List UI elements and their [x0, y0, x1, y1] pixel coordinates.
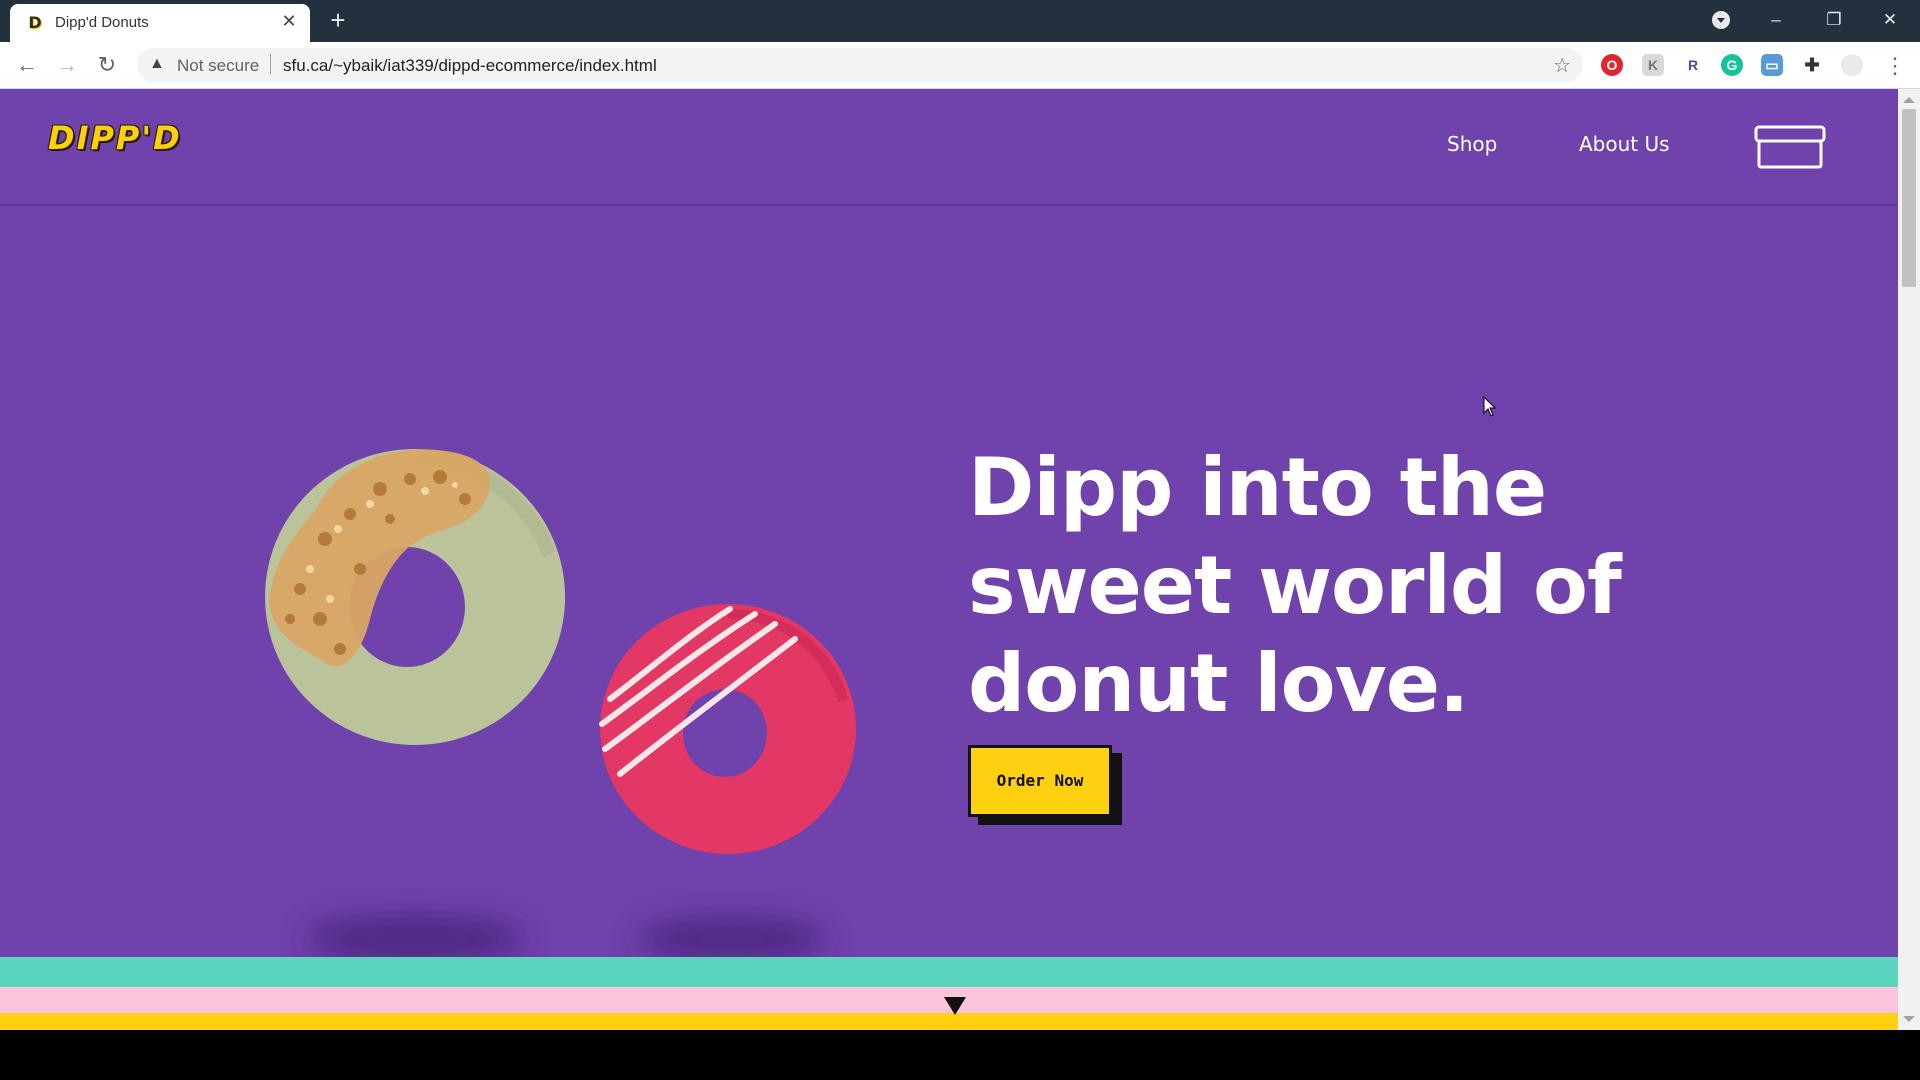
- back-button[interactable]: ←: [12, 50, 42, 80]
- page-scrollbar[interactable]: [1898, 89, 1920, 1030]
- nav-about-link[interactable]: About Us: [1579, 132, 1670, 156]
- warning-icon[interactable]: ▲: [149, 55, 165, 73]
- grammarly-icon[interactable]: G: [1721, 54, 1743, 76]
- order-now-button[interactable]: Order Now: [968, 745, 1112, 817]
- screen-capture-icon[interactable]: ▭: [1761, 54, 1783, 76]
- reload-button[interactable]: ↻: [92, 50, 122, 80]
- restore-button[interactable]: ❐: [1816, 6, 1852, 34]
- bookmark-star-icon[interactable]: ☆: [1553, 53, 1571, 78]
- browser-toolbar: ← → ↻ ▲ Not secure sfu.ca/~ybaik/iat339/…: [0, 42, 1920, 89]
- site-header: DIPP'D Shop About Us: [0, 89, 1898, 206]
- pistachio-donut: [265, 449, 566, 745]
- mouse-cursor-icon: [1483, 396, 1497, 417]
- web-page: DIPP'D Shop About Us Dipp into the sweet…: [0, 89, 1898, 1030]
- teal-stripe: [0, 957, 1898, 987]
- profile-icon[interactable]: [1841, 54, 1863, 76]
- browser-menu-icon[interactable]: ⋮: [1884, 51, 1906, 81]
- hero-donuts-image: [265, 449, 857, 965]
- close-tab-icon[interactable]: ✕: [278, 10, 300, 32]
- pink-drizzle-donut: [599, 604, 857, 854]
- r-extension-icon[interactable]: R: [1682, 54, 1704, 76]
- address-divider: [270, 54, 271, 74]
- close-window-button[interactable]: ✕: [1872, 6, 1908, 34]
- new-tab-button[interactable]: +: [324, 6, 352, 34]
- site-logo[interactable]: DIPP'D: [48, 119, 182, 157]
- security-status[interactable]: Not secure: [177, 56, 259, 76]
- url-text[interactable]: sfu.ca/~ybaik/iat339/dippd-ecommerce/ind…: [283, 56, 657, 76]
- k-extension-icon[interactable]: K: [1642, 54, 1664, 76]
- scroll-up-arrow-icon[interactable]: [1903, 97, 1915, 103]
- shopping-box-icon[interactable]: [1754, 125, 1826, 169]
- yellow-stripe: [0, 1013, 1898, 1030]
- forward-button[interactable]: →: [52, 50, 82, 80]
- tab-search-icon[interactable]: [1712, 11, 1730, 29]
- scrollbar-thumb[interactable]: [1902, 109, 1916, 287]
- browser-tab[interactable]: D Dipp'd Donuts ✕: [10, 4, 310, 42]
- hero-headline: Dipp into the sweet world of donut love.: [968, 441, 1622, 730]
- scroll-down-button-icon[interactable]: [1903, 1016, 1915, 1022]
- scroll-down-arrow-icon[interactable]: [944, 997, 966, 1015]
- minimize-button[interactable]: –: [1758, 6, 1794, 34]
- nav-shop-link[interactable]: Shop: [1447, 132, 1497, 156]
- dippd-favicon-icon: D: [26, 13, 44, 33]
- opera-icon[interactable]: O: [1601, 54, 1623, 76]
- donut-shadow: [637, 915, 827, 963]
- browser-tab-strip: D Dipp'd Donuts ✕ + – ❐ ✕: [0, 0, 1920, 42]
- address-bar[interactable]: ▲ Not secure sfu.ca/~ybaik/iat339/dippd-…: [137, 48, 1583, 82]
- tab-title: Dipp'd Donuts: [55, 14, 149, 31]
- puzzle-icon[interactable]: ✚: [1801, 54, 1823, 76]
